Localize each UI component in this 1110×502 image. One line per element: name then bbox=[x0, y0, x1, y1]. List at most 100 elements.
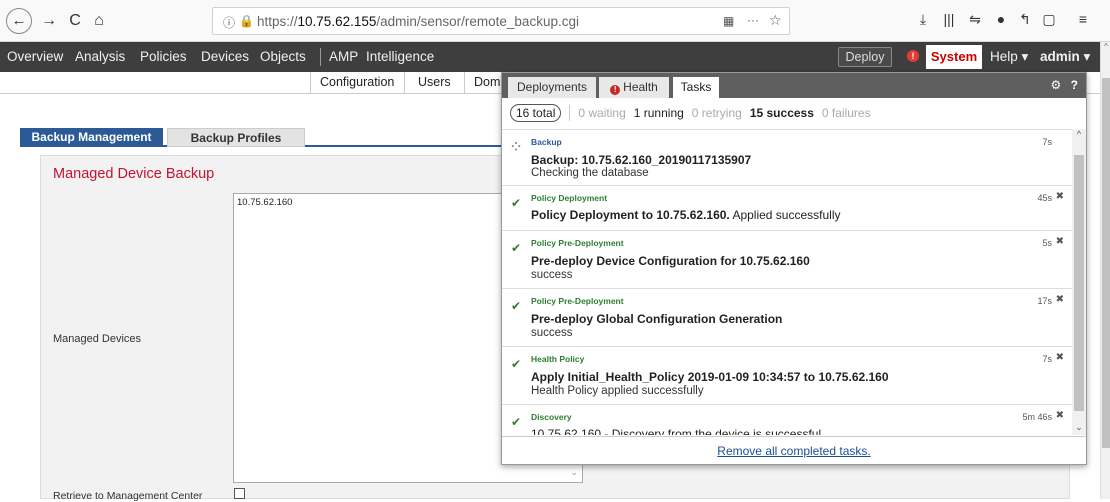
task-message: success bbox=[531, 327, 573, 339]
filter-retrying[interactable]: 0 retrying bbox=[692, 106, 742, 120]
forward-icon[interactable]: → bbox=[40, 10, 58, 32]
task-item: ✔ Policy Pre-Deployment Pre-deploy Globa… bbox=[502, 289, 1072, 347]
task-time: 17s bbox=[1037, 296, 1052, 306]
bookmark-star-icon[interactable]: ☆ bbox=[769, 12, 782, 29]
filter-running[interactable]: 1 running bbox=[634, 106, 684, 120]
tab-deployments[interactable]: Deployments bbox=[508, 77, 596, 98]
tab-health[interactable]: ! Health bbox=[599, 77, 669, 98]
reload-icon[interactable]: C bbox=[66, 10, 84, 32]
insecure-lock-icon[interactable]: 🔒 bbox=[239, 14, 254, 28]
sync-icon[interactable]: ⇋ bbox=[966, 11, 984, 28]
sidebar-icon[interactable]: ▢ bbox=[1040, 11, 1058, 28]
task-item: ⁘ Backup Backup: 10.75.62.160_2019011713… bbox=[502, 130, 1072, 186]
page-scrollbar[interactable]: ^ bbox=[1100, 42, 1110, 499]
page-actions-icon[interactable]: ··· bbox=[747, 13, 759, 27]
remove-completed-tasks-link[interactable]: Remove all completed tasks. bbox=[717, 444, 870, 458]
main-nav: Overview Analysis Policies Devices Objec… bbox=[0, 42, 1104, 72]
subnav-divider bbox=[310, 72, 311, 94]
scroll-down-icon[interactable]: ⌄ bbox=[1074, 422, 1084, 433]
task-time: 45s bbox=[1037, 193, 1052, 203]
filter-divider bbox=[569, 105, 571, 121]
chat-icon[interactable]: ● bbox=[992, 11, 1010, 27]
nav-overview[interactable]: Overview bbox=[7, 49, 63, 64]
tab-backup-profiles[interactable]: Backup Profiles bbox=[167, 128, 305, 147]
list-resize-icon[interactable]: ⌄ bbox=[570, 467, 578, 478]
home-icon[interactable]: ⌂ bbox=[90, 10, 108, 32]
subnav-domains[interactable]: Dom bbox=[474, 75, 500, 89]
dismiss-task-icon[interactable]: ✖ bbox=[1056, 352, 1064, 363]
managed-devices-label: Managed Devices bbox=[53, 333, 142, 345]
info-icon[interactable]: ⓘ bbox=[223, 14, 235, 31]
reply-icon[interactable]: ↰ bbox=[1016, 11, 1034, 28]
deploy-button[interactable]: Deploy bbox=[838, 47, 892, 67]
dismiss-task-icon[interactable]: ✖ bbox=[1056, 236, 1064, 247]
page-title: Managed Device Backup bbox=[53, 166, 215, 182]
retrieve-checkbox[interactable] bbox=[234, 488, 245, 499]
task-scroll-thumb[interactable] bbox=[1074, 155, 1084, 411]
scroll-thumb[interactable] bbox=[1102, 78, 1110, 448]
checkmark-icon: ✔ bbox=[511, 357, 522, 371]
tab-tasks[interactable]: Tasks bbox=[673, 77, 719, 98]
task-category: Health Policy bbox=[531, 354, 585, 364]
subnav-users[interactable]: Users bbox=[418, 75, 451, 89]
dismiss-task-icon[interactable]: ✖ bbox=[1056, 191, 1064, 202]
filter-success[interactable]: 15 success bbox=[750, 106, 814, 120]
filter-waiting[interactable]: 0 waiting bbox=[578, 106, 625, 120]
nav-system[interactable]: System bbox=[926, 45, 982, 69]
subnav-divider bbox=[464, 72, 465, 94]
nav-help[interactable]: Help ▾ bbox=[990, 49, 1028, 65]
scroll-up-icon[interactable]: ^ bbox=[1102, 42, 1110, 51]
nav-objects[interactable]: Objects bbox=[260, 49, 306, 64]
menu-icon[interactable]: ≡ bbox=[1074, 11, 1092, 27]
task-message: success bbox=[531, 269, 573, 281]
task-category: Policy Pre-Deployment bbox=[531, 296, 624, 306]
panel-footer: Remove all completed tasks. bbox=[502, 436, 1086, 465]
task-title: Pre-deploy Global Configuration Generati… bbox=[531, 312, 783, 326]
task-item: ✔ Health Policy Apply Initial_Health_Pol… bbox=[502, 347, 1072, 405]
nav-policies[interactable]: Policies bbox=[140, 49, 187, 64]
gear-icon[interactable]: ⚙ bbox=[1051, 78, 1062, 92]
back-icon[interactable]: ← bbox=[6, 8, 32, 34]
nav-amp[interactable]: AMP bbox=[329, 49, 358, 64]
download-icon[interactable]: ⤓ bbox=[914, 11, 932, 28]
dismiss-task-icon[interactable]: ✖ bbox=[1056, 294, 1064, 305]
spinner-icon: ⁘ bbox=[511, 140, 522, 154]
nav-divider bbox=[320, 48, 321, 66]
task-time: 7s bbox=[1042, 137, 1052, 147]
task-item: ✔ Discovery 10.75.62.160 - Discovery fro… bbox=[502, 405, 1072, 435]
scroll-up-icon[interactable]: ^ bbox=[1074, 129, 1084, 139]
task-title: Apply Initial_Health_Policy 2019-01-09 1… bbox=[531, 370, 889, 384]
checkmark-icon: ✔ bbox=[511, 299, 522, 313]
alert-icon[interactable]: ! bbox=[907, 50, 919, 62]
panel-controls: ⚙ ? bbox=[1051, 78, 1078, 92]
url-text[interactable]: https://10.75.62.155/admin/sensor/remote… bbox=[257, 14, 579, 29]
task-title: Policy Deployment to 10.75.62.160. Appli… bbox=[531, 208, 841, 222]
nav-intelligence[interactable]: Intelligence bbox=[366, 49, 434, 64]
task-category: Discovery bbox=[531, 412, 572, 422]
library-icon[interactable]: ||| bbox=[940, 11, 958, 27]
retrieve-label: Retrieve to Management Center bbox=[53, 490, 203, 502]
checkmark-icon: ✔ bbox=[511, 415, 522, 429]
task-time: 5s bbox=[1042, 238, 1052, 248]
task-list[interactable]: ⁘ Backup Backup: 10.75.62.160_2019011713… bbox=[502, 129, 1072, 435]
help-icon[interactable]: ? bbox=[1071, 78, 1078, 92]
nav-analysis[interactable]: Analysis bbox=[75, 49, 125, 64]
task-title: 10.75.62.160 - Discovery from the device… bbox=[531, 427, 825, 435]
address-bar[interactable]: ⓘ 🔒 https://10.75.62.155/admin/sensor/re… bbox=[212, 7, 790, 35]
task-title: Backup: 10.75.62.160_20190117135907 bbox=[531, 153, 752, 167]
dismiss-task-icon[interactable]: ✖ bbox=[1056, 410, 1064, 421]
browser-toolbar: ← → C ⌂ ⓘ 🔒 https://10.75.62.155/admin/s… bbox=[0, 0, 1110, 42]
nav-devices[interactable]: Devices bbox=[201, 49, 249, 64]
task-time: 5m 46s bbox=[1022, 412, 1052, 422]
tab-backup-management[interactable]: Backup Management bbox=[20, 128, 163, 147]
task-title: Pre-deploy Device Configuration for 10.7… bbox=[531, 254, 810, 268]
qr-code-icon[interactable]: ▦ bbox=[723, 14, 734, 28]
backup-tabs: Backup Management Backup Profiles bbox=[20, 128, 518, 147]
filter-failures[interactable]: 0 failures bbox=[822, 106, 871, 120]
task-time: 7s bbox=[1042, 354, 1052, 364]
task-item: ✔ Policy Pre-Deployment Pre-deploy Devic… bbox=[502, 231, 1072, 289]
filter-total[interactable]: 16 total bbox=[510, 104, 562, 122]
task-list-scrollbar[interactable]: ^ ⌄ bbox=[1072, 129, 1086, 435]
subnav-configuration[interactable]: Configuration bbox=[320, 75, 394, 89]
user-menu[interactable]: admin ▾ bbox=[1040, 49, 1090, 65]
